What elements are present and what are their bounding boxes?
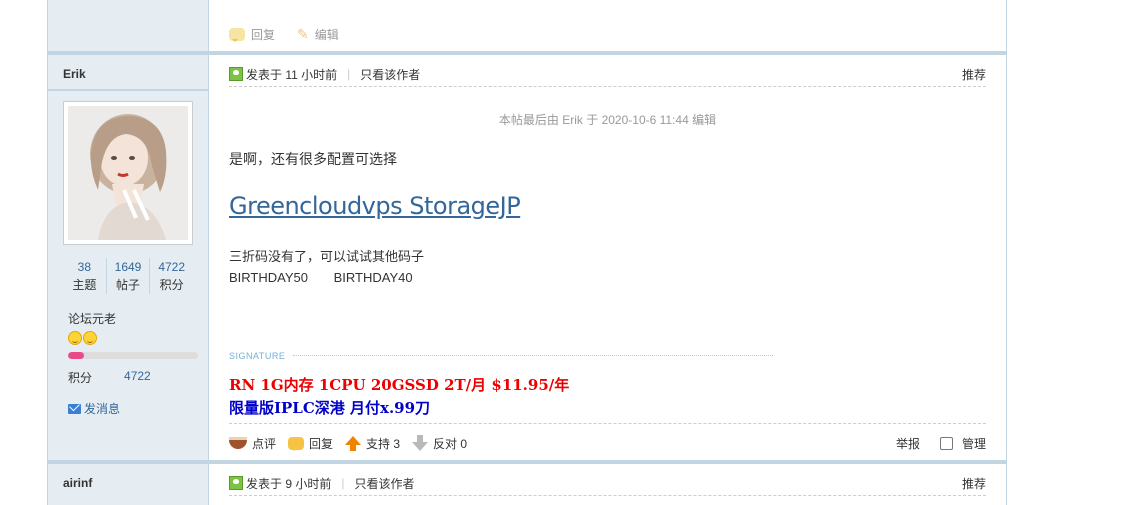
support-button[interactable]: 支持 3 — [345, 435, 400, 452]
credit-label: 积分 — [68, 371, 93, 385]
stat-topics[interactable]: 38 主题 — [63, 258, 107, 294]
author-stats: 38 主题 1649 帖子 4722 积分 — [63, 258, 193, 294]
rank-stars — [68, 331, 97, 345]
stat-posts-value: 1649 — [114, 260, 142, 274]
smiley-icon — [68, 331, 82, 345]
reply-icon — [288, 436, 305, 451]
only-author-link[interactable]: 只看该作者 — [354, 475, 414, 492]
reply-label: 回复 — [309, 436, 334, 451]
stat-credits-value: 4722 — [158, 260, 186, 274]
post-admin-actions: 举报 管理 — [896, 435, 986, 452]
coupon-note: 三折码没有了，可以试试其他码子 — [229, 249, 425, 264]
user-rank[interactable]: 论坛元老 — [68, 310, 116, 327]
reply-button[interactable]: 回复 — [288, 435, 333, 452]
arrow-up-icon — [345, 435, 362, 451]
product-link[interactable]: Greencloudvps StorageJP — [229, 192, 521, 220]
smiley-icon — [83, 331, 97, 345]
comment-label: 点评 — [252, 436, 277, 451]
envelope-icon — [68, 403, 81, 414]
header-separator: | — [347, 67, 351, 81]
post-header: 发表于 11 小时前 | 只看该作者 推荐 — [229, 62, 986, 87]
rank-progress-fill — [68, 352, 84, 359]
prev-post-actions: 回复 ✎ 编辑 — [229, 26, 339, 43]
online-status-icon — [229, 476, 243, 490]
support-label: 支持 3 — [366, 436, 401, 451]
avatar[interactable] — [63, 101, 193, 245]
prev-reply-button[interactable]: 回复 — [229, 26, 275, 43]
recommend-link[interactable]: 推荐 — [962, 475, 986, 492]
author-column: Erik 38 主题 1649 帖子 4722 积分 论坛元老 积分 4722 … — [48, 55, 209, 460]
post-body: 发表于 11 小时前 | 只看该作者 推荐 本帖最后由 Erik 于 2020-… — [209, 55, 1006, 460]
prev-post-body: 回复 ✎ 编辑 — [209, 0, 1006, 51]
rank-progress-bar — [68, 352, 198, 359]
edit-note: 本帖最后由 Erik 于 2020-10-6 11:44 编辑 — [498, 113, 717, 127]
post-text: 是啊，还有很多配置可选择 — [229, 151, 397, 167]
stat-credits-label: 积分 — [159, 278, 184, 292]
avatar-image — [68, 106, 188, 240]
signature-line-1[interactable]: RN 1G内存 1CPU 20GSSD 2T/月 $11.95/年 — [229, 374, 569, 395]
signature-label: SIGNATURE — [229, 351, 286, 361]
prev-edit-label: 编辑 — [314, 28, 339, 42]
stat-topics-value: 38 — [77, 260, 92, 274]
manage-checkbox[interactable] — [939, 436, 953, 450]
credit-row: 积分 4722 — [68, 369, 151, 386]
prev-reply-label: 回复 — [251, 28, 276, 42]
stat-posts-label: 帖子 — [116, 278, 141, 292]
oppose-button[interactable]: 反对 0 — [412, 434, 468, 452]
manage-label[interactable]: 管理 — [962, 435, 986, 452]
oppose-label: 反对 0 — [433, 436, 468, 451]
author-column-2: airinf — [48, 464, 209, 505]
comment-button[interactable]: 点评 — [229, 435, 276, 452]
header-separator: | — [341, 476, 345, 490]
post-text-2: 三折码没有了，可以试试其他码子 BIRTHDAY50 BIRTHDAY40 — [229, 246, 435, 288]
stat-topics-label: 主题 — [72, 278, 97, 292]
only-author-link[interactable]: 只看该作者 — [360, 66, 420, 83]
credit-value: 4722 — [124, 369, 151, 383]
author-name[interactable]: Erik — [63, 67, 86, 81]
recommend-link[interactable]: 推荐 — [962, 66, 986, 83]
prev-edit-button[interactable]: ✎ 编辑 — [297, 26, 339, 43]
post-header: 发表于 9 小时前 | 只看该作者 推荐 — [229, 471, 986, 496]
pencil-icon: ✎ — [297, 26, 309, 42]
post-time: 发表于 9 小时前 — [246, 476, 332, 491]
post-time: 发表于 11 小时前 — [246, 67, 338, 82]
author-name[interactable]: airinf — [63, 476, 92, 490]
thread: 回复 ✎ 编辑 Erik 38 主题 1649 帖子 4722 积分 论坛元老 … — [47, 0, 1007, 505]
coupon-codes: BIRTHDAY50 BIRTHDAY40 — [229, 267, 435, 288]
reply-icon — [229, 28, 245, 42]
arrow-down-icon — [412, 434, 429, 451]
stat-posts[interactable]: 1649 帖子 — [107, 258, 151, 294]
signature-divider — [293, 355, 773, 356]
stat-credits[interactable]: 4722 积分 — [150, 258, 193, 294]
report-link[interactable]: 举报 — [896, 435, 920, 452]
send-message-label: 发消息 — [84, 402, 121, 416]
coupon-code: BIRTHDAY40 — [333, 270, 413, 285]
author-name-divider — [48, 89, 208, 91]
coupon-code: BIRTHDAY50 — [229, 270, 308, 285]
post-body-2: 发表于 9 小时前 | 只看该作者 推荐 — [209, 464, 1006, 505]
prev-author-column — [48, 0, 209, 51]
coffee-cup-icon — [229, 437, 247, 449]
send-message-link[interactable]: 发消息 — [68, 400, 120, 417]
signature-line-2[interactable]: 限量版IPLC深港 月付x.99刀 — [229, 397, 430, 418]
online-status-icon — [229, 67, 243, 81]
post-actions: 点评 回复 支持 3 反对 0 举报 管理 — [229, 423, 986, 462]
